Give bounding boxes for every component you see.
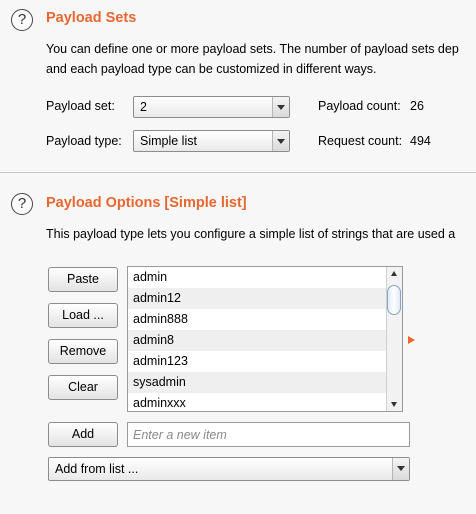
request-count-label: Request count: — [318, 134, 403, 148]
payload-set-dropdown[interactable]: 2 — [133, 96, 290, 118]
scroll-up-icon[interactable] — [387, 267, 402, 281]
scroll-thumb[interactable] — [387, 285, 401, 315]
list-item[interactable]: admin8 — [128, 330, 387, 351]
load-button[interactable]: Load ... — [48, 303, 118, 328]
list-scrollbar[interactable] — [386, 267, 402, 411]
section-divider — [0, 172, 476, 173]
payload-set-value: 2 — [140, 100, 147, 114]
scroll-down-icon[interactable] — [387, 397, 402, 411]
new-item-input[interactable] — [127, 422, 410, 447]
list-item[interactable]: admin — [128, 267, 387, 288]
chevron-down-icon — [392, 458, 409, 480]
payload-options-description: This payload type lets you configure a s… — [46, 227, 456, 241]
help-icon[interactable]: ? — [11, 193, 33, 215]
payload-set-label: Payload set: — [46, 99, 115, 113]
payload-type-dropdown[interactable]: Simple list — [133, 130, 290, 152]
payload-sets-title: Payload Sets — [46, 10, 137, 26]
list-item[interactable]: admin888 — [128, 309, 387, 330]
add-button[interactable]: Add — [48, 422, 118, 447]
add-from-list-dropdown[interactable]: Add from list ... — [48, 457, 410, 481]
list-item[interactable]: adminxxx — [128, 393, 387, 411]
payload-count-label: Payload count: — [318, 99, 401, 113]
paste-button[interactable]: Paste — [48, 267, 118, 292]
payload-type-value: Simple list — [140, 134, 197, 148]
chevron-down-icon — [272, 97, 289, 117]
chevron-down-icon — [272, 131, 289, 151]
payload-count-value: 26 — [410, 99, 424, 113]
request-count-value: 494 — [410, 134, 431, 148]
payload-list[interactable]: admin admin12 admin888 admin8 admin123 s… — [127, 266, 403, 412]
expand-arrow-icon[interactable] — [408, 336, 415, 344]
add-from-list-label: Add from list ... — [55, 462, 139, 476]
list-item[interactable]: admin123 — [128, 351, 387, 372]
list-item[interactable]: sysadmin — [128, 372, 387, 393]
payload-type-label: Payload type: — [46, 134, 122, 148]
payload-options-title: Payload Options [Simple list] — [46, 195, 247, 211]
list-item[interactable]: admin12 — [128, 288, 387, 309]
clear-button[interactable]: Clear — [48, 375, 118, 400]
help-icon[interactable]: ? — [11, 9, 33, 31]
payload-sets-description-line1: You can define one or more payload sets.… — [46, 42, 459, 56]
remove-button[interactable]: Remove — [48, 339, 118, 364]
payload-sets-description-line2: and each payload type can be customized … — [46, 62, 377, 76]
